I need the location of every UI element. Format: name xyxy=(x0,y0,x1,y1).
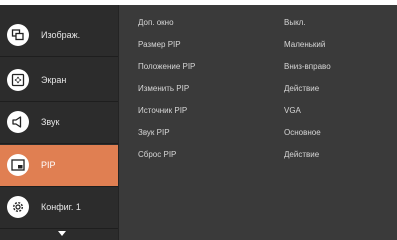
menu-row-value: Маленький xyxy=(284,40,326,49)
menu-row-pip-reset[interactable]: Сброс PIP Действие xyxy=(138,147,388,163)
menu-row-pip-source[interactable]: Источник PIP VGA xyxy=(138,103,388,119)
chevron-down-icon[interactable] xyxy=(58,231,66,236)
menu-row-label: Звук PIP xyxy=(138,128,170,137)
menu-row-aux-window[interactable]: Доп. окно Выкл. xyxy=(138,15,388,31)
menu-row-label: Размер PIP xyxy=(138,40,181,49)
divider xyxy=(118,5,119,240)
sidebar-item-label: PIP xyxy=(41,160,56,170)
sidebar-item-picture[interactable]: Изображ. xyxy=(0,15,118,57)
menu-row-label: Положение PIP xyxy=(138,62,196,71)
menu-row-pip-size[interactable]: Размер PIP Маленький xyxy=(138,37,388,53)
sidebar: Изображ. Экран Звук PIP Конфиг. 1 xyxy=(0,5,118,240)
menu-row-pip-position[interactable]: Положение PIP Вниз-вправо xyxy=(138,59,388,75)
pip-icon xyxy=(7,154,29,176)
menu-row-value: Основное xyxy=(284,128,321,137)
menu-row-label: Сброс PIP xyxy=(138,150,177,159)
menu-row-label: Доп. окно xyxy=(138,18,174,27)
sidebar-item-pip[interactable]: PIP xyxy=(0,145,118,187)
menu-row-label: Источник PIP xyxy=(138,106,188,115)
screen-icon xyxy=(7,69,29,91)
sidebar-item-screen[interactable]: Экран xyxy=(0,60,118,102)
menu-row-pip-audio[interactable]: Звук PIP Основное xyxy=(138,125,388,141)
menu-row-value: Действие xyxy=(284,150,320,159)
sidebar-item-label: Конфиг. 1 xyxy=(41,202,81,212)
gear-icon xyxy=(7,196,29,218)
menu-row-label: Изменить PIP xyxy=(138,84,190,93)
sidebar-item-label: Изображ. xyxy=(41,30,81,40)
menu-row-pip-change[interactable]: Изменить PIP Действие xyxy=(138,81,388,97)
sidebar-item-label: Экран xyxy=(41,75,67,85)
osd-menu: Изображ. Экран Звук PIP Конфиг. 1 Доп. о… xyxy=(0,5,397,240)
sidebar-item-sound[interactable]: Звук xyxy=(0,102,118,144)
sidebar-item-label: Звук xyxy=(41,117,60,127)
picture-icon xyxy=(7,24,29,46)
sidebar-item-config[interactable]: Конфиг. 1 xyxy=(0,187,118,229)
menu-row-value: VGA xyxy=(284,106,301,115)
menu-row-value: Вниз-вправо xyxy=(284,62,331,71)
menu-row-value: Действие xyxy=(284,84,320,93)
speaker-icon xyxy=(7,111,29,133)
menu-row-value: Выкл. xyxy=(284,18,306,27)
